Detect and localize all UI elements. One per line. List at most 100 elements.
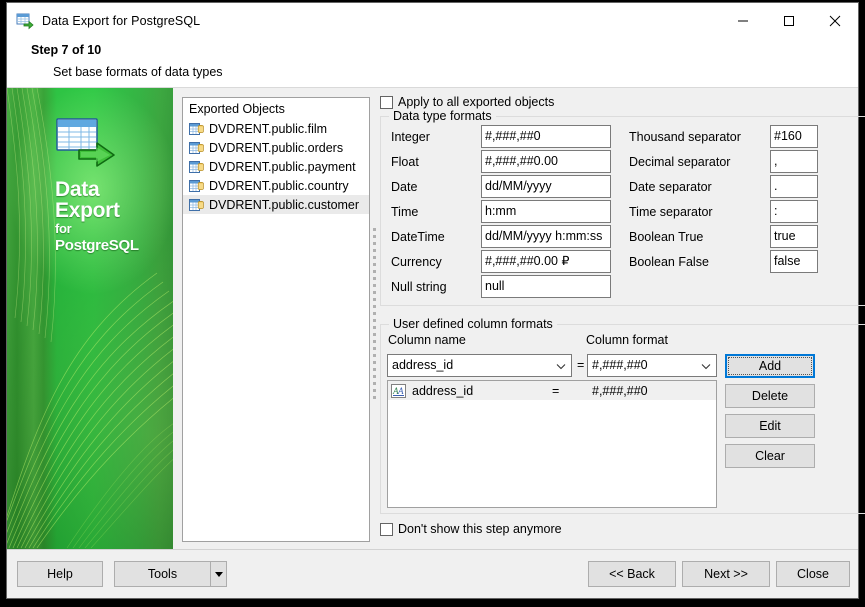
user-defined-formats-group: User defined column formats Column name …	[380, 317, 865, 514]
back-button-label: << Back	[609, 567, 655, 581]
format-a-icon: A A	[391, 383, 406, 398]
column-format-label: Column format	[586, 333, 668, 347]
data-type-formats-legend: Data type formats	[389, 109, 496, 123]
table-icon	[189, 179, 204, 193]
float-label: Float	[391, 155, 419, 169]
dont-show-step-checkbox[interactable]	[380, 522, 393, 536]
banner-text: Data Export for PostgreSQL	[55, 179, 173, 255]
product-banner: Data Export for PostgreSQL	[7, 88, 173, 549]
list-item-label: DVDRENT.public.customer	[209, 197, 360, 212]
list-item[interactable]: DVDRENT.public.orders	[183, 138, 369, 157]
wizard-header: Step 7 of 10 Set base formats of data ty…	[7, 39, 858, 87]
null-string-label: Null string	[391, 280, 447, 294]
list-item[interactable]: DVDRENT.public.country	[183, 176, 369, 195]
application-window: Data Export for PostgreSQL Step 7 of 10 …	[6, 2, 865, 599]
column-name-value: address_id	[392, 358, 454, 372]
list-item[interactable]: DVDRENT.public.payment	[183, 157, 369, 176]
table-cell-format: #,###,##0	[592, 383, 648, 398]
close-dialog-button[interactable]: Close	[776, 561, 850, 587]
list-item-label: DVDRENT.public.country	[209, 178, 349, 193]
clear-button-label: Clear	[755, 449, 785, 463]
boolean-true-input[interactable]: true	[770, 225, 818, 248]
table-icon	[189, 160, 204, 174]
column-format-value: #,###,##0	[592, 358, 648, 372]
null-string-input[interactable]: null	[481, 275, 611, 298]
apply-to-all-checkbox-row[interactable]: Apply to all exported objects	[380, 95, 554, 109]
list-item-label: DVDRENT.public.orders	[209, 140, 344, 155]
thousand-separator-input[interactable]: #160	[770, 125, 818, 148]
tools-button[interactable]: Tools	[114, 561, 211, 587]
maximize-button[interactable]	[766, 3, 812, 39]
user-defined-formats-legend: User defined column formats	[389, 317, 557, 331]
next-button-label: Next >>	[704, 567, 748, 581]
step-indicator: Step 7 of 10	[31, 43, 102, 57]
column-name-label: Column name	[388, 333, 466, 347]
panel-splitter[interactable]	[373, 228, 377, 403]
help-button-label: Help	[47, 567, 73, 581]
tools-dropdown-arrow[interactable]	[211, 561, 227, 587]
date-label: Date	[391, 180, 418, 194]
list-item-label: DVDRENT.public.film	[209, 121, 328, 136]
apply-to-all-checkbox[interactable]	[380, 95, 393, 109]
decimal-separator-input[interactable]: ,	[770, 150, 818, 173]
delete-button-label: Delete	[751, 389, 789, 403]
table-icon	[189, 141, 204, 155]
chevron-down-icon	[556, 357, 566, 374]
boolean-false-label: Boolean False	[629, 255, 709, 269]
banner-line-3: for	[55, 221, 72, 236]
list-item-selected[interactable]: DVDRENT.public.customer	[183, 195, 369, 214]
user-formats-list[interactable]: A A address_id = #,###,##0	[387, 380, 717, 508]
banner-line-4: PostgreSQL	[55, 237, 139, 254]
equals-sign: =	[577, 358, 585, 372]
window-title: Data Export for PostgreSQL	[42, 14, 201, 28]
integer-label: Integer	[391, 130, 430, 144]
delete-button[interactable]: Delete	[725, 384, 815, 408]
apply-to-all-label: Apply to all exported objects	[398, 95, 555, 109]
time-separator-input[interactable]: :	[770, 200, 818, 223]
currency-label: Currency	[391, 255, 442, 269]
tools-button-label: Tools	[147, 567, 178, 581]
integer-input[interactable]: #,###,##0	[481, 125, 611, 148]
minimize-button[interactable]	[720, 3, 766, 39]
svg-text:A: A	[397, 386, 404, 396]
screenshot-root: Data Export for PostgreSQL Step 7 of 10 …	[0, 0, 865, 607]
date-separator-input[interactable]: .	[770, 175, 818, 198]
date-separator-label: Date separator	[629, 180, 712, 194]
settings-column: Apply to all exported objects Data type …	[380, 88, 865, 549]
close-dialog-button-label: Close	[797, 567, 829, 581]
list-item-label: DVDRENT.public.payment	[209, 159, 356, 174]
chevron-down-icon	[701, 357, 711, 374]
caret-down-icon	[214, 571, 223, 577]
column-name-combo[interactable]: address_id	[387, 354, 572, 377]
table-row[interactable]: A A address_id = #,###,##0	[388, 381, 716, 400]
datetime-input[interactable]: dd/MM/yyyy h:mm:ss	[481, 225, 611, 248]
time-separator-label: Time separator	[629, 205, 713, 219]
add-button[interactable]: Add	[725, 354, 815, 378]
help-button[interactable]: Help	[17, 561, 103, 587]
table-cell-equals: =	[552, 383, 560, 398]
float-input[interactable]: #,###,##0.00	[481, 150, 611, 173]
next-button[interactable]: Next >>	[682, 561, 770, 587]
exported-objects-list[interactable]: Exported Objects DVDRENT.public.film DVD…	[182, 97, 370, 542]
datetime-label: DateTime	[391, 230, 445, 244]
time-input[interactable]: h:mm	[481, 200, 611, 223]
clear-button[interactable]: Clear	[725, 444, 815, 468]
currency-input[interactable]: #,###,##0.00 ₽	[481, 250, 611, 273]
list-item[interactable]: DVDRENT.public.film	[183, 119, 369, 138]
back-button[interactable]: << Back	[588, 561, 676, 587]
focus-rectangle	[728, 357, 812, 375]
title-bar: Data Export for PostgreSQL	[7, 3, 858, 39]
banner-line-1: Data	[55, 178, 100, 201]
boolean-false-input[interactable]: false	[770, 250, 818, 273]
boolean-true-label: Boolean True	[629, 230, 704, 244]
close-button[interactable]	[812, 3, 858, 39]
wizard-body: Data Export for PostgreSQL Exported Obje…	[7, 88, 865, 549]
edit-button[interactable]: Edit	[725, 414, 815, 438]
wizard-footer: Help Tools << Back Next >> Close	[7, 549, 858, 598]
dont-show-step-checkbox-row[interactable]: Don't show this step anymore	[380, 522, 562, 536]
column-format-combo[interactable]: #,###,##0	[587, 354, 717, 377]
decimal-separator-label: Decimal separator	[629, 155, 731, 169]
table-icon	[189, 122, 204, 136]
content-area: Exported Objects DVDRENT.public.film DVD…	[173, 88, 865, 549]
date-input[interactable]: dd/MM/yyyy	[481, 175, 611, 198]
